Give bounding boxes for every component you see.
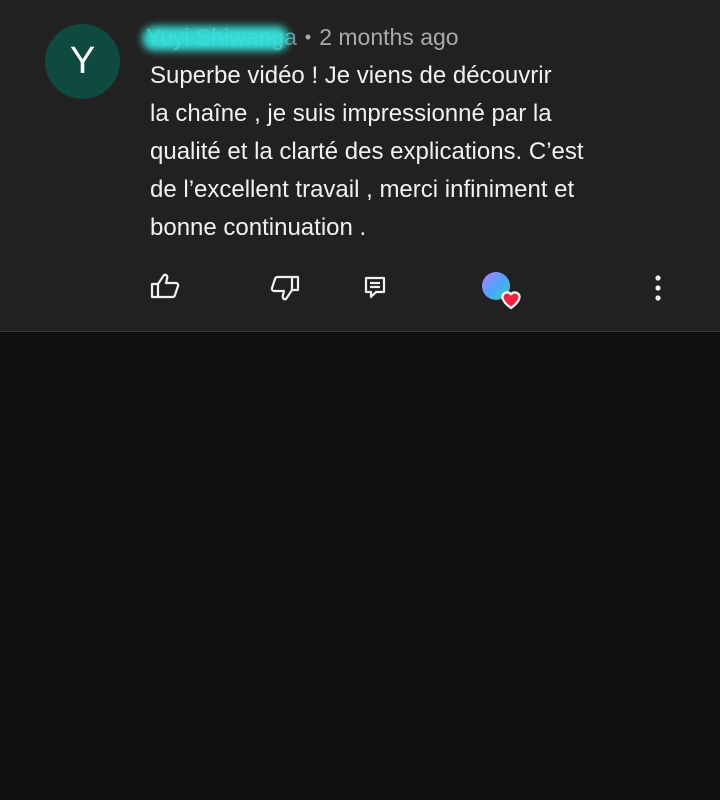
thumbs-up-icon — [150, 273, 180, 299]
avatar-letter: Y — [69, 40, 96, 82]
creator-heart-icon — [482, 272, 521, 310]
more-options-button[interactable] — [642, 270, 674, 306]
comment-line: la chaîne , je suis impressionné par la — [150, 100, 552, 127]
dislike-button[interactable] — [266, 270, 304, 306]
comment-line: Superbe vidéo ! Je viens de découvrir — [150, 62, 552, 89]
thumbs-down-icon — [270, 275, 300, 301]
author-name[interactable]: Yuyi Shiwanga — [142, 24, 303, 51]
reply-comment-icon — [364, 276, 386, 299]
reply-button[interactable] — [358, 270, 392, 306]
like-button[interactable] — [146, 268, 184, 304]
comment-card: Y Yuyi Shiwanga • 2 months ago Superbe v… — [0, 0, 720, 332]
comment-line: qualité et la clarté des explications. C… — [150, 138, 584, 165]
more-vertical-icon — [655, 275, 661, 301]
meta-separator: • — [304, 26, 312, 47]
comment-line: bonne continuation . — [150, 214, 367, 241]
comment-line: de l’excellent travail , merci infinimen… — [150, 176, 575, 203]
comment-meta: Yuyi Shiwanga • 2 months ago — [142, 20, 459, 54]
comment-timestamp[interactable]: 2 months ago — [319, 24, 458, 51]
creator-heart — [478, 268, 526, 312]
avatar[interactable]: Y — [45, 24, 120, 99]
comment-body: Superbe vidéo ! Je viens de découvrir la… — [150, 57, 650, 247]
